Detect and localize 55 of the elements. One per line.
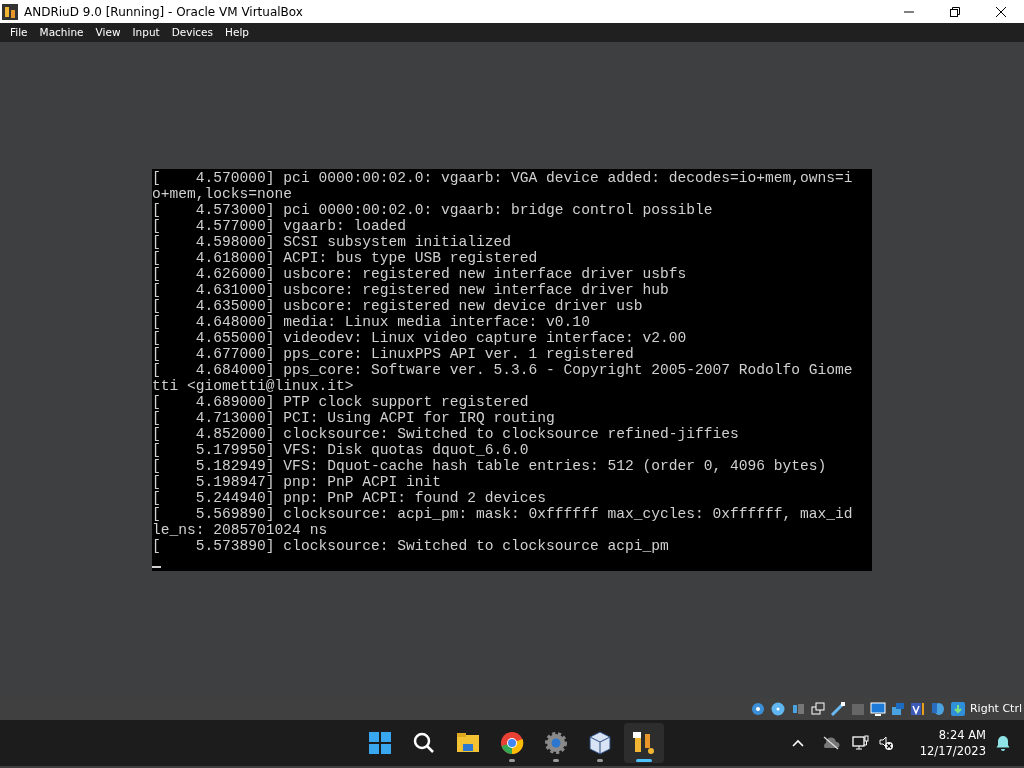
- close-icon[interactable]: [996, 6, 1006, 17]
- console-line: [ 5.569890] clocksource: acpi_pm: mask: 0xffffff max_cycles: 0xffffff, max_id: [152, 506, 854, 522]
- console-line: o+mem,locks=none: [152, 186, 294, 202]
- console-line: le_ns: 2085701024 ns: [152, 522, 329, 538]
- display-icon[interactable]: [869, 701, 886, 717]
- console-line: [ 4.631000] usbcore: registered new interface driver hub: [152, 282, 670, 298]
- console-line: [ 4.626000] usbcore: registered new interface driver usbfs: [152, 266, 688, 282]
- cloud-off-icon[interactable]: [821, 736, 840, 750]
- console-line: [ 5.573890] clocksource: Switched to clocksource acpi_pm: [152, 538, 670, 554]
- console-line: [ 4.648000] media: Linux media interface: v0.10: [152, 314, 591, 330]
- start-icon: [367, 730, 393, 756]
- console-line: [ 4.635000] usbcore: registered new device driver usb: [152, 298, 644, 314]
- text-cursor: [152, 566, 161, 568]
- taskbar-button[interactable]: [624, 723, 664, 763]
- chevron-up-icon[interactable]: [791, 739, 804, 747]
- clock-button[interactable]: 8:24 AM 12/17/2023: [915, 727, 990, 759]
- menu-item[interactable]: View: [89, 23, 127, 42]
- clock-time: 8:24 AM: [937, 727, 986, 743]
- console-line: [ 4.570000] pci 0000:00:02.0: vgaarb: VGA device added: decodes=io+mem,owns=i: [152, 170, 854, 186]
- console-line: [ 4.677000] pps_core: LinuxPPS API ver. 1 registered: [152, 346, 635, 362]
- window-title: ANDRiuD 9.0 [Running] - Oracle VM VirtualBox: [24, 3, 303, 21]
- hard-disk-icon[interactable]: [749, 701, 766, 717]
- console-line: [ 4.573000] pci 0000:00:02.0: vgaarb: bridge control possible: [152, 202, 714, 218]
- console-line: [ 5.179950] VFS: Disk quotas dquot_6.6.0: [152, 442, 530, 458]
- console-line: [ 4.689000] PTP clock support registered: [152, 394, 530, 410]
- gear-icon: [543, 730, 569, 756]
- menu-item[interactable]: Help: [219, 23, 255, 42]
- console-line: [ 4.577000] vgaarb: loaded: [152, 218, 407, 234]
- menu-item[interactable]: Input: [126, 23, 166, 42]
- speaker-muted-icon[interactable]: [877, 735, 894, 751]
- console-line: [ 4.713000] PCI: Using ACPI for IRQ routing: [152, 410, 556, 426]
- network-icon[interactable]: [851, 735, 870, 751]
- download-icon[interactable]: [949, 701, 966, 717]
- notification-bell-icon[interactable]: [996, 735, 1010, 751]
- menu-item[interactable]: Machine: [33, 23, 90, 42]
- app-icon: [631, 730, 657, 756]
- host-key-label: Right Ctrl: [969, 700, 1022, 717]
- app-logo-icon: [2, 3, 18, 20]
- console-line: [ 5.244940] pnp: PnP ACPI: found 2 devices: [152, 490, 548, 506]
- clock-date: 12/17/2023: [919, 743, 986, 759]
- menu-item[interactable]: Devices: [165, 23, 220, 42]
- menu-item[interactable]: File: [4, 23, 34, 42]
- console-line: [ 4.852000] clocksource: Switched to clocksource refined-jiffies: [152, 426, 740, 442]
- browser-icon: [499, 730, 525, 756]
- console-line: [ 4.655000] videodev: Linux video capture interface: v2.00: [152, 330, 688, 346]
- console-line: [ 5.182949] VFS: Dquot-cache hash table entries: 512 (order 0, 4096 bytes): [152, 458, 828, 474]
- optical-disc-icon[interactable]: [769, 701, 786, 717]
- network-icon[interactable]: [809, 701, 826, 717]
- console-line: [ 5.198947] pnp: PnP ACPI init: [152, 474, 442, 490]
- cube-icon: [587, 730, 613, 756]
- console-line: tti <giometti@linux.it>: [152, 378, 355, 394]
- restore-icon[interactable]: [950, 6, 960, 17]
- console-line: [ 4.684000] pps_core: Software ver. 5.3.6 - Copyright 2005-2007 Rodolfo Giome: [152, 362, 854, 378]
- console-line: [ 4.618000] ACPI: bus type USB registered: [152, 250, 539, 266]
- console-line: [ 4.598000] SCSI subsystem initialized: [152, 234, 513, 250]
